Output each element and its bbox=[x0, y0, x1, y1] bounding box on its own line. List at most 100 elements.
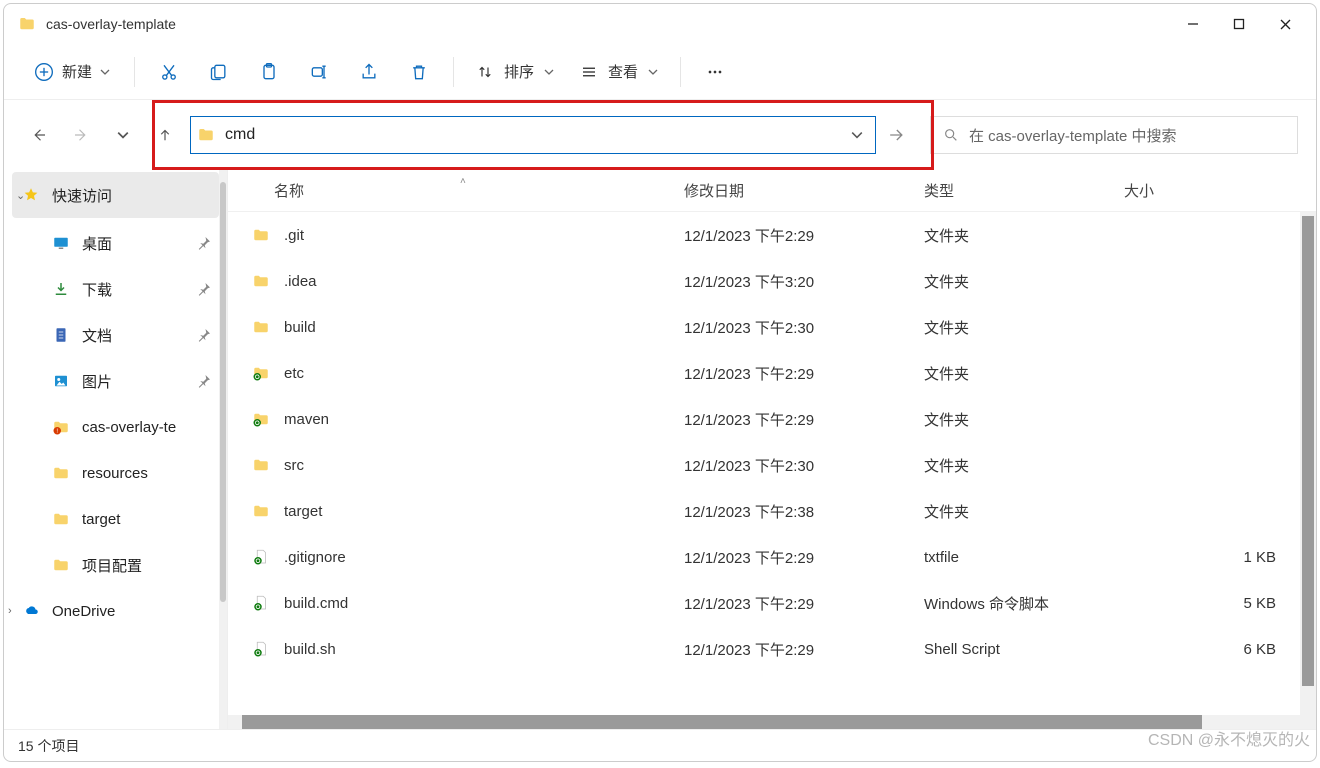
col-date[interactable]: 修改日期 bbox=[684, 180, 924, 201]
copy-button[interactable] bbox=[197, 52, 241, 92]
pin-icon bbox=[195, 234, 213, 252]
file-name: build.cmd bbox=[284, 595, 684, 612]
go-button[interactable] bbox=[886, 125, 906, 145]
col-type[interactable]: 类型 bbox=[924, 180, 1124, 201]
window-title: cas-overlay-template bbox=[46, 16, 1170, 32]
file-date: 12/1/2023 下午2:29 bbox=[684, 409, 924, 430]
col-size[interactable]: 大小 bbox=[1124, 180, 1316, 201]
file-row[interactable]: .idea12/1/2023 下午3:20文件夹 bbox=[228, 258, 1316, 304]
file-date: 12/1/2023 下午2:30 bbox=[684, 317, 924, 338]
chevron-down-icon: ⌄ bbox=[16, 189, 25, 202]
back-button[interactable] bbox=[22, 118, 56, 152]
sidebar-item-3[interactable]: 文档 bbox=[4, 312, 227, 358]
folder-icon bbox=[18, 15, 36, 33]
folder-icon bbox=[248, 226, 274, 244]
sidebar-item-4[interactable]: 图片 bbox=[4, 358, 227, 404]
sidebar-item-2[interactable]: 下载 bbox=[4, 266, 227, 312]
file-date: 12/1/2023 下午2:29 bbox=[684, 363, 924, 384]
close-button[interactable] bbox=[1262, 8, 1308, 40]
sort-button[interactable]: 排序 bbox=[466, 55, 564, 88]
sidebar-item-1[interactable]: 桌面 bbox=[4, 220, 227, 266]
sidebar-item-label: 桌面 bbox=[82, 233, 112, 254]
file-date: 12/1/2023 下午2:29 bbox=[684, 225, 924, 246]
vertical-scrollbar[interactable] bbox=[1300, 212, 1316, 715]
search-box[interactable]: 在 cas-overlay-template 中搜索 bbox=[930, 116, 1298, 154]
sidebar-item-7[interactable]: target bbox=[4, 496, 227, 542]
maximize-button[interactable] bbox=[1216, 8, 1262, 40]
file-date: 12/1/2023 下午3:20 bbox=[684, 271, 924, 292]
file-date: 12/1/2023 下午2:29 bbox=[684, 593, 924, 614]
file-row[interactable]: build.sh12/1/2023 下午2:29Shell Script6 KB bbox=[228, 626, 1316, 672]
file-row[interactable]: etc12/1/2023 下午2:29文件夹 bbox=[228, 350, 1316, 396]
onedrive-icon bbox=[22, 602, 40, 620]
sidebar-item-5[interactable]: ! cas-overlay-te bbox=[4, 404, 227, 450]
file-name: .gitignore bbox=[284, 549, 684, 566]
folder-icon bbox=[248, 318, 274, 336]
folder-icon bbox=[197, 126, 215, 144]
file-row[interactable]: .git12/1/2023 下午2:29文件夹 bbox=[228, 212, 1316, 258]
watermark: CSDN @永不熄灭的⽕ bbox=[1148, 726, 1310, 750]
desktop-icon bbox=[52, 234, 70, 252]
file-type: 文件夹 bbox=[924, 409, 1124, 430]
recent-button[interactable] bbox=[106, 118, 140, 152]
forward-button[interactable] bbox=[64, 118, 98, 152]
file-name: etc bbox=[284, 365, 684, 382]
minimize-button[interactable] bbox=[1170, 8, 1216, 40]
sidebar-item-label: cas-overlay-te bbox=[82, 419, 176, 436]
file-row[interactable]: .gitignore12/1/2023 下午2:29txtfile1 KB bbox=[228, 534, 1316, 580]
file-row[interactable]: target12/1/2023 下午2:38文件夹 bbox=[228, 488, 1316, 534]
sidebar-item-label: target bbox=[82, 511, 120, 528]
file-type: txtfile bbox=[924, 549, 1124, 566]
folder-icon bbox=[52, 464, 70, 482]
delete-button[interactable] bbox=[397, 52, 441, 92]
file-name: src bbox=[284, 457, 684, 474]
chevron-right-icon: › bbox=[8, 605, 12, 617]
folder-sync-icon bbox=[248, 410, 274, 428]
file-type: 文件夹 bbox=[924, 455, 1124, 476]
search-placeholder: 在 cas-overlay-template 中搜索 bbox=[969, 125, 1177, 146]
file-row[interactable]: build12/1/2023 下午2:30文件夹 bbox=[228, 304, 1316, 350]
search-icon bbox=[943, 127, 959, 143]
share-button[interactable] bbox=[347, 52, 391, 92]
pin-icon bbox=[195, 372, 213, 390]
folder-icon bbox=[248, 456, 274, 474]
file-sync-icon bbox=[248, 548, 274, 566]
file-type: Shell Script bbox=[924, 641, 1124, 658]
sidebar-item-9[interactable]: ›OneDrive bbox=[4, 588, 227, 634]
file-size: 6 KB bbox=[1124, 641, 1316, 658]
folder-alert-icon: ! bbox=[52, 418, 70, 436]
address-input[interactable] bbox=[221, 126, 845, 144]
sidebar-item-6[interactable]: resources bbox=[4, 450, 227, 496]
sidebar-scrollbar[interactable] bbox=[219, 170, 227, 729]
column-headers[interactable]: 名称˄ 修改日期 类型 大小 bbox=[228, 170, 1316, 212]
folder-icon bbox=[52, 510, 70, 528]
sidebar-item-label: 下载 bbox=[82, 279, 112, 300]
folder-icon bbox=[52, 556, 70, 574]
file-row[interactable]: src12/1/2023 下午2:30文件夹 bbox=[228, 442, 1316, 488]
file-size: 5 KB bbox=[1124, 595, 1316, 612]
sort-label: 排序 bbox=[504, 61, 534, 82]
file-sync-icon bbox=[248, 594, 274, 612]
rename-button[interactable] bbox=[297, 52, 341, 92]
file-date: 12/1/2023 下午2:29 bbox=[684, 547, 924, 568]
up-button[interactable] bbox=[148, 118, 182, 152]
file-name: build bbox=[284, 319, 684, 336]
doc-icon bbox=[52, 326, 70, 344]
view-button[interactable]: 查看 bbox=[570, 55, 668, 88]
file-row[interactable]: build.cmd12/1/2023 下午2:29Windows 命令脚本5 K… bbox=[228, 580, 1316, 626]
cut-button[interactable] bbox=[147, 52, 191, 92]
sidebar-item-0[interactable]: ⌄快速访问 bbox=[12, 172, 219, 218]
download-icon bbox=[52, 280, 70, 298]
paste-button[interactable] bbox=[247, 52, 291, 92]
file-row[interactable]: maven12/1/2023 下午2:29文件夹 bbox=[228, 396, 1316, 442]
address-dropdown[interactable] bbox=[845, 129, 869, 141]
address-bar[interactable] bbox=[190, 116, 876, 154]
new-label: 新建 bbox=[62, 61, 92, 82]
more-button[interactable] bbox=[693, 52, 737, 92]
pic-icon bbox=[52, 372, 70, 390]
sidebar-item-8[interactable]: 项目配置 bbox=[4, 542, 227, 588]
file-name: target bbox=[284, 503, 684, 520]
file-type: 文件夹 bbox=[924, 363, 1124, 384]
new-button[interactable]: 新建 bbox=[22, 55, 122, 88]
col-name[interactable]: 名称 bbox=[274, 183, 304, 200]
